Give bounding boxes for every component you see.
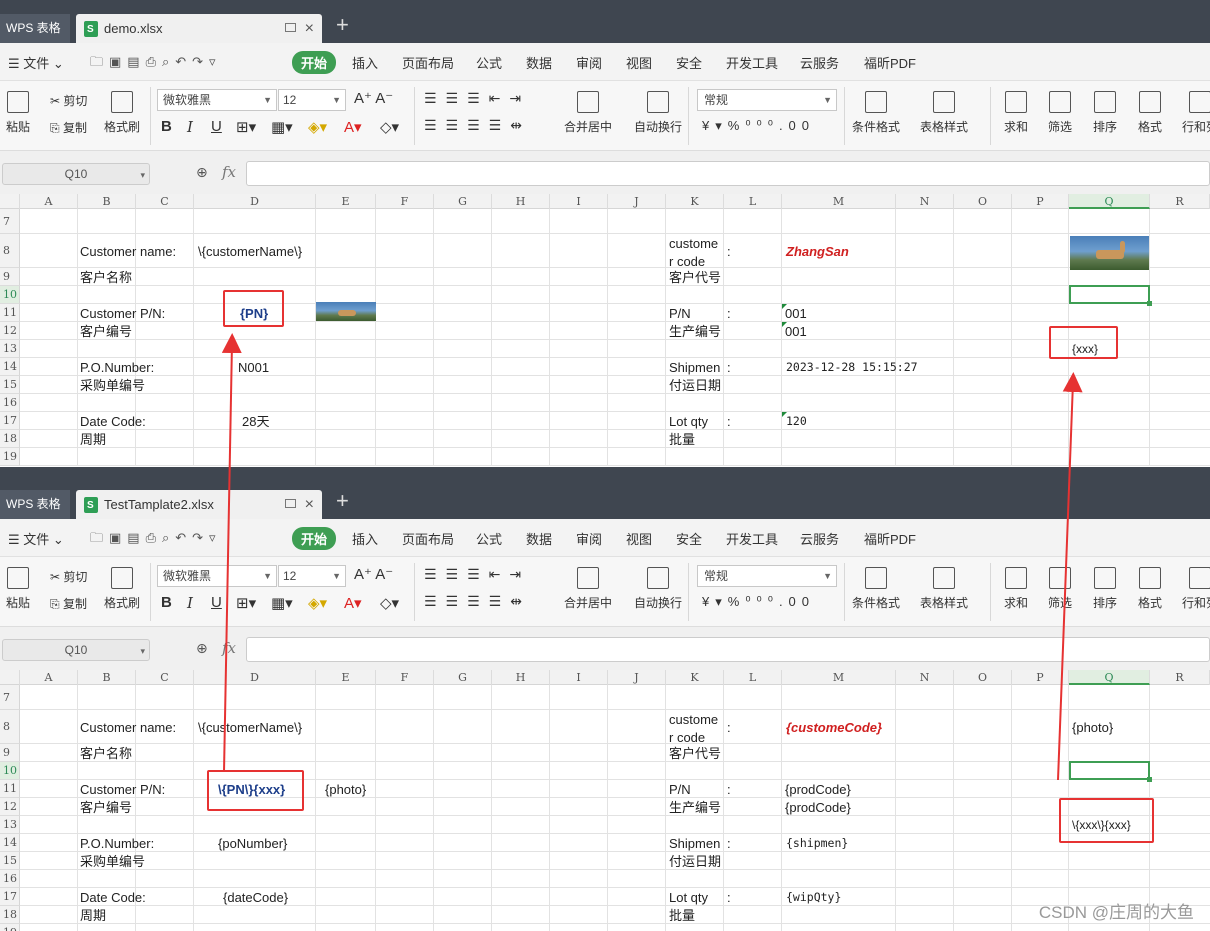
annotation-arrows bbox=[221, 333, 1083, 781]
arrow-xxx bbox=[1057, 372, 1083, 781]
watermark: CSDN @庄周的大鱼 bbox=[1038, 903, 1194, 922]
arrow-pn bbox=[221, 333, 242, 773]
